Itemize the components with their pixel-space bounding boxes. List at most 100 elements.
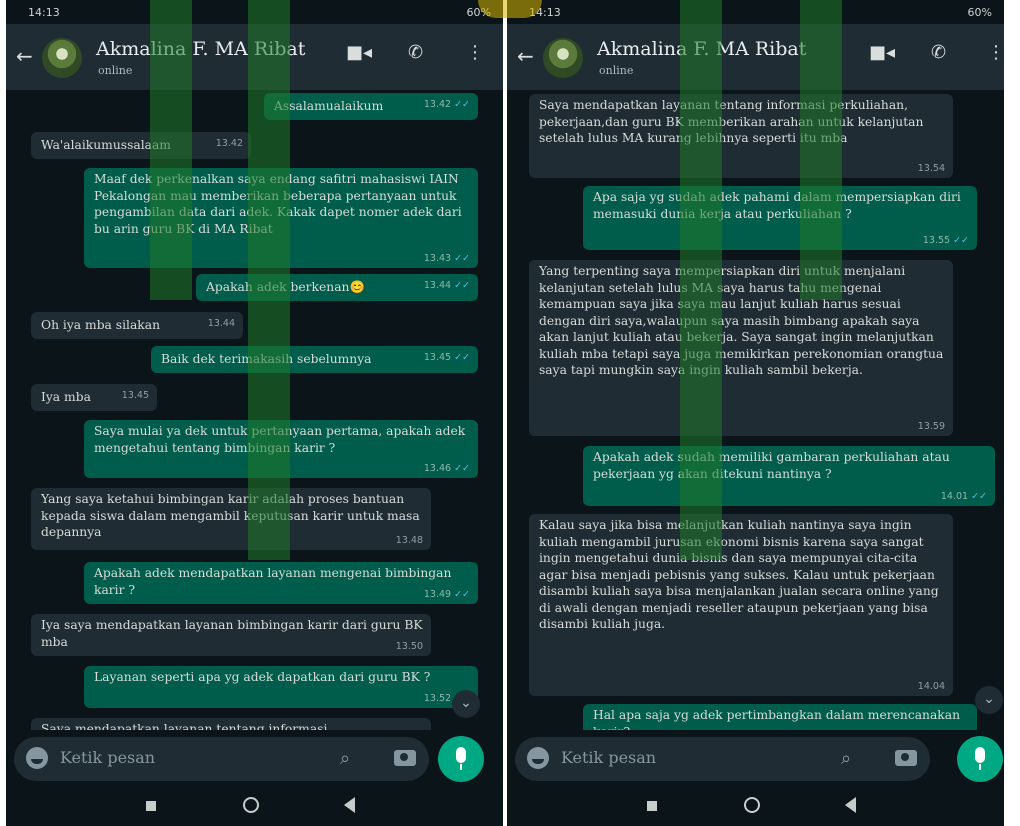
- message-time: 13.44: [207, 318, 235, 329]
- message-input[interactable]: Ketik pesan ⌕: [515, 737, 930, 781]
- contact-name[interactable]: Akmalina F. MA Ribat: [597, 38, 806, 60]
- scroll-down-icon[interactable]: ⌄: [975, 686, 1003, 714]
- message-bubble[interactable]: Iya mba 13.45: [31, 384, 157, 411]
- message-bubble[interactable]: Kalau saya jika bisa melanjutkan kuliah …: [529, 514, 953, 696]
- message-text: Iya saya mendapatkan layanan bimbingan k…: [41, 618, 423, 649]
- battery-indicator: 60%: [967, 6, 992, 19]
- message-bubble[interactable]: Apakah adek berkenan😊 13.44 ✓✓: [196, 274, 478, 301]
- message-bubble[interactable]: Hal apa saja yg adek pertimbangkan dalam…: [583, 704, 977, 730]
- message-text: Yang terpenting saya mempersiapkan diri …: [539, 264, 944, 377]
- read-ticks-icon: ✓✓: [971, 490, 987, 502]
- read-ticks-icon: ✓✓: [953, 234, 969, 246]
- message-text: Apa saja yg sudah adek pahami dalam memp…: [593, 190, 961, 221]
- message-text: Saya mendapatkan layanan tentang informa…: [539, 98, 924, 145]
- avatar[interactable]: [543, 38, 583, 78]
- recent-apps-icon[interactable]: [647, 801, 657, 811]
- video-call-icon[interactable]: ■◂: [869, 42, 895, 63]
- home-icon[interactable]: [243, 797, 259, 813]
- more-icon[interactable]: ⋮: [987, 42, 1004, 63]
- message-bubble[interactable]: Iya saya mendapatkan layanan bimbingan k…: [31, 614, 431, 656]
- scroll-down-icon[interactable]: ⌄: [452, 690, 480, 718]
- message-text: Wa'alaikumussalaam: [41, 138, 171, 152]
- status-time: 14:13: [529, 6, 561, 19]
- battery-indicator: 60%: [466, 6, 491, 19]
- read-ticks-icon: ✓✓: [454, 99, 470, 110]
- message-list[interactable]: Saya mendapatkan layanan tentang informa…: [507, 90, 1004, 730]
- message-text: Apakah adek berkenan😊: [206, 280, 365, 294]
- video-call-icon[interactable]: ■◂: [346, 42, 372, 63]
- read-ticks-icon: ✓✓: [454, 352, 470, 363]
- phone-icon[interactable]: ✆: [931, 42, 946, 63]
- message-time: 13.45: [423, 352, 452, 363]
- message-text: Saya mendapatkan layanan tentang informa…: [41, 722, 328, 730]
- message-text: Hal apa saja yg adek pertimbangkan dalam…: [593, 708, 960, 730]
- message-text: Saya mulai ya dek untuk pertanyaan perta…: [94, 424, 466, 455]
- message-bubble[interactable]: Saya mendapatkan layanan tentang informa…: [31, 718, 431, 730]
- message-bubble[interactable]: Layanan seperti apa yg adek dapatkan dar…: [84, 666, 478, 708]
- avatar[interactable]: [42, 38, 82, 78]
- message-time: 13.42: [215, 138, 243, 149]
- message-input-placeholder: Ketik pesan: [60, 748, 156, 767]
- mic-icon[interactable]: [957, 736, 1003, 782]
- message-bubble[interactable]: Apa saja yg sudah adek pahami dalam memp…: [583, 186, 977, 250]
- nav-back-icon[interactable]: [344, 797, 355, 813]
- message-text: Layanan seperti apa yg adek dapatkan dar…: [94, 670, 431, 684]
- attach-icon[interactable]: ⌕: [841, 748, 851, 769]
- home-icon[interactable]: [744, 797, 760, 813]
- message-time: 13.48: [395, 534, 423, 546]
- nav-bar: [6, 788, 503, 826]
- message-bubble[interactable]: Yang saya ketahui bimbingan karir adalah…: [31, 488, 431, 550]
- message-time: 13.44: [423, 280, 452, 291]
- message-list[interactable]: Assalamualaikum 13.42 ✓✓ Wa'alaikumussala…: [6, 90, 503, 730]
- more-icon[interactable]: ⋮: [466, 42, 484, 63]
- message-bubble[interactable]: Yang terpenting saya mempersiapkan diri …: [529, 260, 953, 436]
- message-time: 14.01: [940, 490, 969, 502]
- back-arrow-icon[interactable]: ←: [517, 46, 534, 66]
- back-arrow-icon[interactable]: ←: [16, 46, 33, 66]
- message-input-placeholder: Ketik pesan: [561, 748, 657, 767]
- message-time: 13.49: [423, 588, 452, 600]
- message-input[interactable]: Ketik pesan ⌕: [14, 737, 429, 781]
- message-time: 13.46: [423, 462, 452, 474]
- contact-status: online: [599, 64, 634, 77]
- contact-name[interactable]: Akmalina F. MA Ribat: [96, 38, 305, 60]
- read-ticks-icon: ✓✓: [454, 462, 470, 474]
- message-bubble[interactable]: Saya mendapatkan layanan tentang informa…: [529, 94, 953, 178]
- status-time: 14:13: [28, 6, 60, 19]
- message-time: 14.04: [917, 680, 945, 692]
- emoji-icon[interactable]: [26, 747, 48, 769]
- read-ticks-icon: ✓✓: [454, 252, 470, 264]
- message-text: Maaf dek perkenalkan saya endang safitri…: [94, 172, 462, 236]
- recent-apps-icon[interactable]: [146, 801, 156, 811]
- message-bubble[interactable]: Baik dek terimakasih sebelumnya 13.45 ✓✓: [151, 346, 478, 373]
- emoji-icon[interactable]: [527, 747, 549, 769]
- message-text: Baik dek terimakasih sebelumnya: [161, 352, 372, 366]
- message-text: Yang saya ketahui bimbingan karir adalah…: [41, 492, 420, 539]
- contact-status: online: [98, 64, 133, 77]
- message-text: Assalamualaikum: [274, 99, 384, 113]
- message-text: Apakah adek mendapatkan layanan mengenai…: [94, 566, 452, 597]
- message-text: Apakah adek sudah memiliki gambaran perk…: [593, 450, 950, 481]
- message-bubble[interactable]: Saya mulai ya dek untuk pertanyaan perta…: [84, 420, 478, 478]
- message-bubble[interactable]: Maaf dek perkenalkan saya endang safitri…: [84, 168, 478, 268]
- camera-icon[interactable]: [394, 750, 416, 766]
- message-time: 13.52: [423, 692, 452, 704]
- message-time: 13.55: [922, 234, 951, 246]
- message-time: 13.45: [121, 390, 149, 401]
- message-bubble[interactable]: Wa'alaikumussalaam 13.42: [31, 132, 251, 159]
- message-bubble[interactable]: Oh iya mba silakan 13.44: [31, 312, 243, 339]
- message-bubble[interactable]: Apakah adek mendapatkan layanan mengenai…: [84, 562, 478, 604]
- mic-icon[interactable]: [438, 736, 484, 782]
- message-bubble[interactable]: Apakah adek sudah memiliki gambaran perk…: [583, 446, 995, 506]
- nav-back-icon[interactable]: [845, 797, 856, 813]
- status-bar: 14:13 60%: [507, 0, 1004, 24]
- attach-icon[interactable]: ⌕: [340, 748, 350, 769]
- nav-bar: [507, 788, 1004, 826]
- message-time: 13.59: [917, 420, 945, 432]
- message-time: 13.43: [423, 252, 452, 264]
- camera-icon[interactable]: [895, 750, 917, 766]
- phone-icon[interactable]: ✆: [408, 42, 423, 63]
- read-ticks-icon: ✓✓: [454, 280, 470, 291]
- chat-header: ← Akmalina F. MA Ribat online ■◂ ✆ ⋮: [507, 24, 1004, 90]
- message-bubble[interactable]: Assalamualaikum 13.42 ✓✓: [264, 93, 478, 120]
